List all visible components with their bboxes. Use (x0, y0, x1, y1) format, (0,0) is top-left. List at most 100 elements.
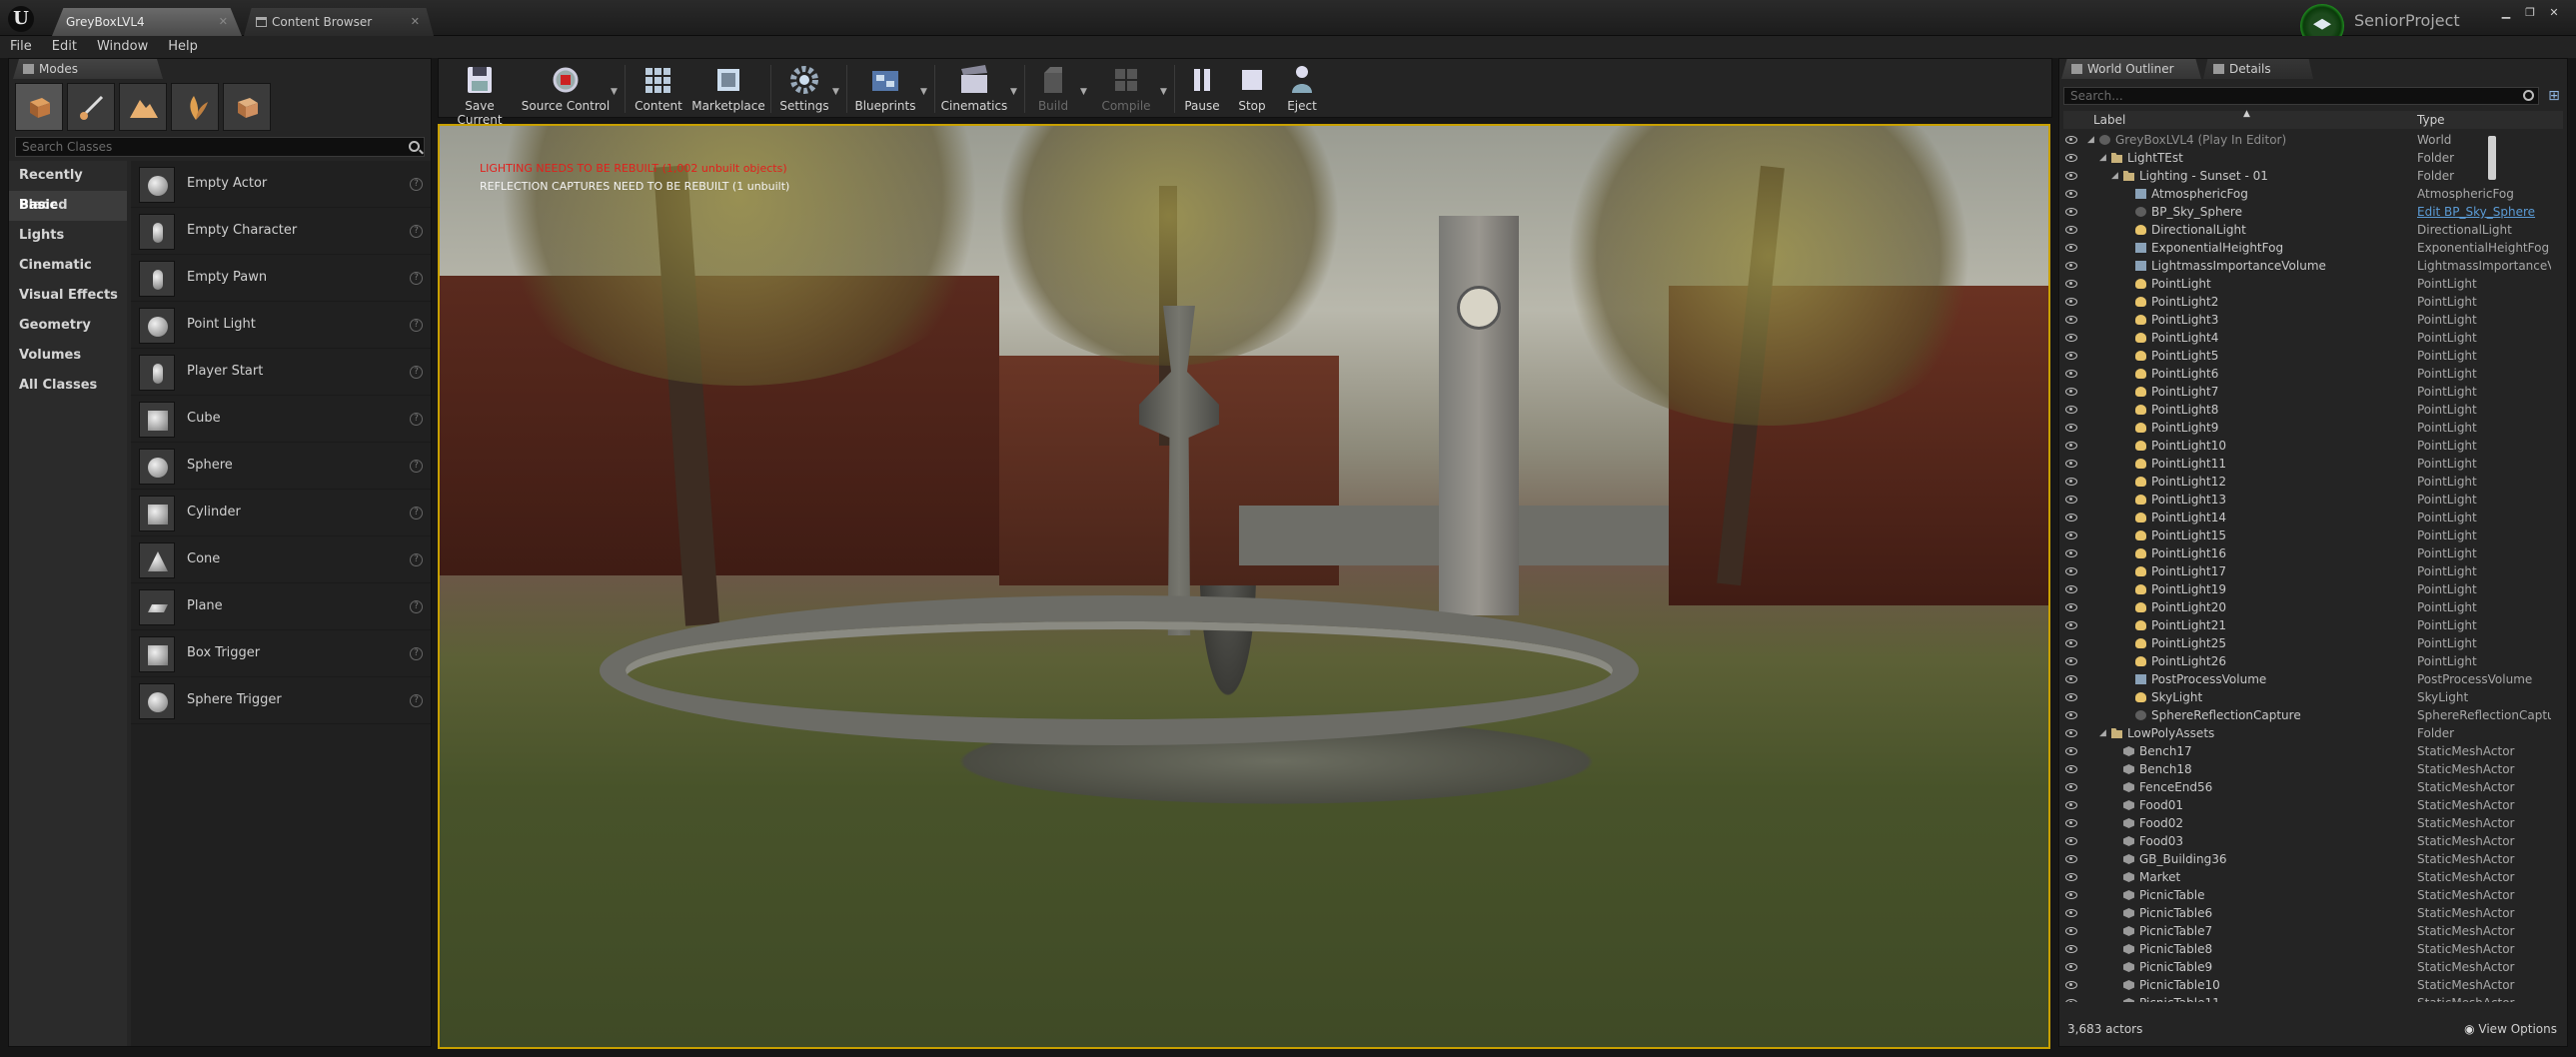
view-options-button[interactable]: View Options (2464, 1018, 2557, 1040)
place-mode-button[interactable] (15, 83, 63, 131)
help-icon[interactable]: ? (410, 600, 423, 613)
visibility-eye-icon[interactable] (2065, 765, 2077, 773)
class-item[interactable]: Player Start? (131, 349, 431, 396)
outliner-row[interactable]: PointLight2 PointLight (2063, 293, 2553, 311)
outliner-row[interactable]: LightmassImportanceVolume LightmassImport… (2063, 257, 2553, 275)
visibility-eye-icon[interactable] (2065, 927, 2077, 935)
class-item[interactable]: Empty Pawn? (131, 255, 431, 302)
visibility-eye-icon[interactable] (2065, 693, 2077, 701)
outliner-row[interactable]: PointLight20 PointLight (2063, 598, 2553, 616)
class-item[interactable]: Box Trigger? (131, 630, 431, 677)
outliner-row[interactable]: PicnicTable10 StaticMeshActor (2063, 976, 2553, 994)
visibility-eye-icon[interactable] (2065, 801, 2077, 809)
build-dropdown-icon[interactable]: ▼ (1080, 87, 1087, 97)
outliner-row[interactable]: ◢ Lighting - Sunset - 01 Folder (2063, 167, 2553, 185)
outliner-scrollbar[interactable] (2488, 136, 2496, 180)
help-icon[interactable]: ? (410, 319, 423, 332)
class-item[interactable]: Plane? (131, 583, 431, 630)
category-volumes[interactable]: Volumes (9, 341, 127, 371)
tab-content-browser[interactable]: Content Browser ✕ (244, 8, 434, 36)
category-lights[interactable]: Lights (9, 221, 127, 251)
menu-file[interactable]: File (10, 36, 32, 58)
help-icon[interactable]: ? (410, 272, 423, 285)
paint-mode-button[interactable] (67, 83, 115, 131)
outliner-row[interactable]: PointLight26 PointLight (2063, 652, 2553, 670)
marketplace-button[interactable]: Marketplace (690, 61, 766, 117)
visibility-eye-icon[interactable] (2065, 567, 2077, 575)
help-icon[interactable]: ? (410, 507, 423, 520)
outliner-row[interactable]: PointLight10 PointLight (2063, 437, 2553, 455)
source-control-dropdown-icon[interactable]: ▼ (611, 87, 618, 97)
outliner-row[interactable]: PicnicTable StaticMeshActor (2063, 886, 2553, 904)
visibility-eye-icon[interactable] (2065, 424, 2077, 432)
visibility-eye-icon[interactable] (2065, 657, 2077, 665)
visibility-eye-icon[interactable] (2065, 945, 2077, 953)
outliner-row[interactable]: PostProcessVolume PostProcessVolume (2063, 670, 2553, 688)
class-item[interactable]: Empty Actor? (131, 161, 431, 208)
visibility-eye-icon[interactable] (2065, 388, 2077, 396)
outliner-row[interactable]: PointLight21 PointLight (2063, 616, 2553, 634)
visibility-eye-icon[interactable] (2065, 837, 2077, 845)
visibility-eye-icon[interactable] (2065, 549, 2077, 557)
class-item[interactable]: Cube? (131, 396, 431, 443)
visibility-eye-icon[interactable] (2065, 478, 2077, 486)
visibility-eye-icon[interactable] (2065, 316, 2077, 324)
visibility-eye-icon[interactable] (2065, 909, 2077, 917)
outliner-row[interactable]: PointLight8 PointLight (2063, 401, 2553, 419)
settings-dropdown-icon[interactable]: ▼ (832, 87, 839, 97)
outliner-row[interactable]: Food03 StaticMeshActor (2063, 832, 2553, 850)
outliner-row[interactable]: PointLight16 PointLight (2063, 544, 2553, 562)
visibility-eye-icon[interactable] (2065, 154, 2077, 162)
compile-dropdown-icon[interactable]: ▼ (1160, 87, 1167, 97)
visibility-eye-icon[interactable] (2065, 963, 2077, 971)
restore-icon[interactable]: ❐ (2520, 6, 2540, 20)
visibility-eye-icon[interactable] (2065, 280, 2077, 288)
outliner-row[interactable]: PointLight4 PointLight (2063, 329, 2553, 347)
edit-blueprint-link[interactable]: Edit BP_Sky_Sphere (2417, 203, 2551, 221)
category-all-classes[interactable]: All Classes (9, 371, 127, 401)
visibility-eye-icon[interactable] (2065, 999, 2077, 1002)
class-item[interactable]: Sphere Trigger? (131, 677, 431, 724)
outliner-row[interactable]: ◢ GreyBoxLVL4 (Play In Editor) World (2063, 131, 2553, 149)
visibility-eye-icon[interactable] (2065, 226, 2077, 234)
visibility-eye-icon[interactable] (2065, 136, 2077, 144)
blueprints-dropdown-icon[interactable]: ▼ (920, 87, 927, 97)
category-basic[interactable]: Basic (9, 191, 127, 221)
outliner-row[interactable]: PointLight14 PointLight (2063, 509, 2553, 527)
column-label-header[interactable]: Label (2093, 113, 2125, 127)
add-folder-icon[interactable]: ⊞ (2545, 87, 2563, 105)
visibility-eye-icon[interactable] (2065, 406, 2077, 414)
expand-arrow-icon[interactable]: ◢ (2087, 131, 2094, 149)
class-item[interactable]: Point Light? (131, 302, 431, 349)
visibility-eye-icon[interactable] (2065, 603, 2077, 611)
outliner-row[interactable]: AtmosphericFog AtmosphericFog (2063, 185, 2553, 203)
visibility-eye-icon[interactable] (2065, 334, 2077, 342)
outliner-row[interactable]: PicnicTable7 StaticMeshActor (2063, 922, 2553, 940)
help-icon[interactable]: ? (410, 413, 423, 426)
visibility-eye-icon[interactable] (2065, 352, 2077, 360)
outliner-row[interactable]: Bench18 StaticMeshActor (2063, 760, 2553, 778)
category-geometry[interactable]: Geometry (9, 311, 127, 341)
class-item[interactable]: Empty Character? (131, 208, 431, 255)
outliner-row[interactable]: PointLight19 PointLight (2063, 580, 2553, 598)
visibility-eye-icon[interactable] (2065, 442, 2077, 450)
visibility-eye-icon[interactable] (2065, 747, 2077, 755)
minimize-icon[interactable]: ▁ (2496, 6, 2516, 20)
visibility-eye-icon[interactable] (2065, 208, 2077, 216)
outliner-row[interactable]: PointLight13 PointLight (2063, 491, 2553, 509)
source-control-button[interactable]: Source Control (521, 61, 611, 117)
content-button[interactable]: Content (629, 61, 688, 117)
build-button[interactable]: Build (1028, 61, 1078, 117)
outliner-row[interactable]: PointLight12 PointLight (2063, 473, 2553, 491)
outliner-row[interactable]: Bench17 StaticMeshActor (2063, 742, 2553, 760)
outliner-row[interactable]: PointLight PointLight (2063, 275, 2553, 293)
menu-edit[interactable]: Edit (52, 36, 77, 58)
foliage-mode-button[interactable] (171, 83, 219, 131)
help-icon[interactable]: ? (410, 366, 423, 379)
outliner-row[interactable]: PicnicTable9 StaticMeshActor (2063, 958, 2553, 976)
visibility-eye-icon[interactable] (2065, 585, 2077, 593)
category-recently-placed[interactable]: Recently Placed (9, 161, 127, 213)
outliner-row[interactable]: ExponentialHeightFog ExponentialHeightFog (2063, 239, 2553, 257)
expand-arrow-icon[interactable]: ◢ (2099, 149, 2106, 167)
visibility-eye-icon[interactable] (2065, 711, 2077, 719)
